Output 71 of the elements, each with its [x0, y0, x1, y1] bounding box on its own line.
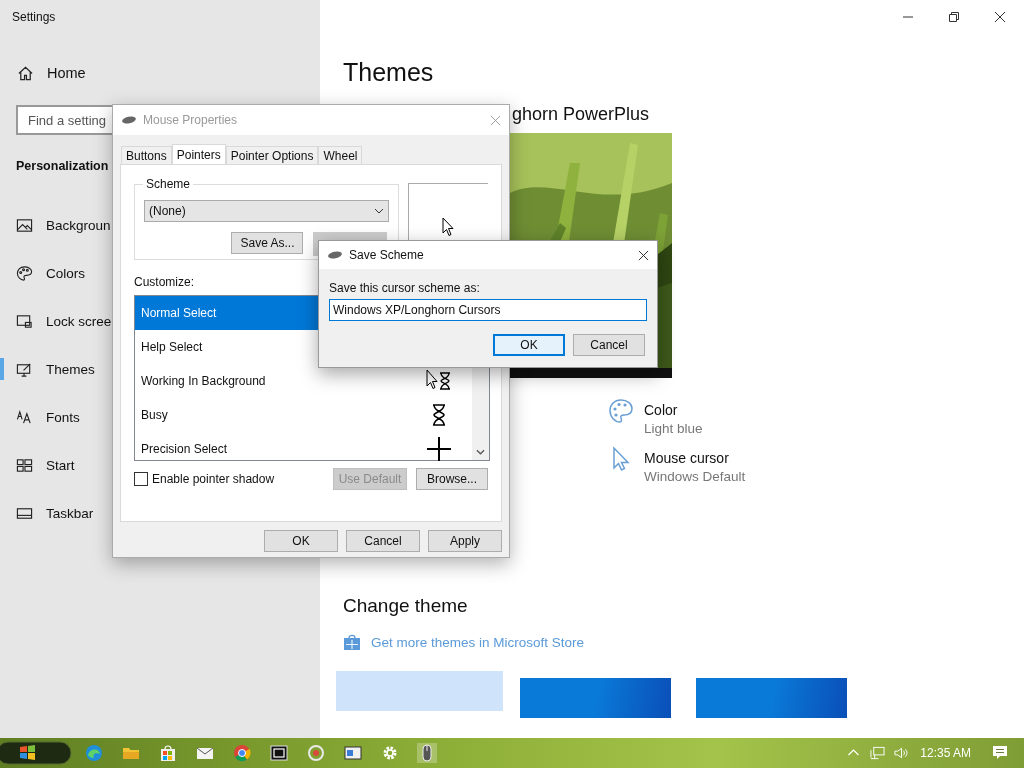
nav-item[interactable]: Lock scree [0, 297, 112, 345]
close-icon[interactable] [638, 249, 649, 261]
pointer-icon [442, 217, 455, 237]
theme-thumbnail[interactable] [336, 671, 503, 711]
busy-pointer-icon [426, 369, 452, 393]
archive-icon[interactable] [269, 743, 289, 763]
chevron-down-icon [374, 208, 385, 214]
store-icon[interactable] [158, 743, 178, 763]
tab[interactable]: Pointer Options [225, 146, 319, 164]
save-as-button[interactable]: Save As... [231, 232, 304, 254]
prompt-label: Save this cursor scheme as: [329, 281, 481, 295]
palette-icon[interactable] [608, 398, 634, 424]
dialog-button[interactable]: Apply [428, 530, 502, 552]
window-icon[interactable] [343, 743, 363, 763]
section-heading: Personalization [15, 158, 109, 175]
dialog-title: Mouse Properties [143, 113, 238, 127]
window-title: Settings [11, 9, 56, 26]
start-button[interactable] [0, 741, 72, 765]
theme-name: ghorn PowerPlus [512, 103, 651, 126]
nav-item[interactable]: Taskbar [0, 489, 94, 537]
tab[interactable]: Pointers [171, 144, 226, 164]
scheme-name-field[interactable]: Windows XP/Longhorn Cursors [329, 299, 647, 321]
setting-label[interactable]: Mouse cursor [644, 450, 746, 466]
mouse-icon [121, 115, 137, 125]
nav-item[interactable]: Backgroun [0, 201, 111, 249]
section-heading: Change theme [343, 594, 469, 618]
store-icon [343, 633, 361, 651]
close-icon[interactable] [994, 11, 1006, 23]
customize-label: Customize: [134, 275, 195, 289]
nav-item[interactable]: Colors [0, 249, 85, 297]
group-label: Scheme [143, 177, 194, 191]
nav-icon [16, 312, 33, 330]
chevron-down-icon[interactable] [476, 449, 485, 455]
pointer-row[interactable]: Working In Background [135, 364, 472, 398]
checkbox-box[interactable] [134, 472, 148, 486]
tab[interactable]: Wheel [318, 146, 363, 164]
dialog-button[interactable]: OK [264, 530, 338, 552]
browse-button[interactable]: Browse... [416, 468, 488, 490]
setting-value: Light blue [644, 421, 703, 436]
mouse-icon[interactable] [417, 743, 437, 763]
restore-icon[interactable] [948, 11, 960, 23]
setting-value: Windows Default [644, 469, 746, 484]
mouse-icon [327, 250, 343, 260]
nav-icon [16, 216, 33, 234]
chrome-icon[interactable] [232, 743, 252, 763]
pointer-row[interactable]: Busy [135, 398, 472, 432]
notification-icon[interactable] [992, 745, 1008, 761]
setting-label[interactable]: Color [644, 402, 703, 418]
home-icon [17, 64, 34, 82]
browser-icon[interactable] [84, 743, 104, 763]
page-title: Themes [343, 57, 435, 88]
volume-icon[interactable] [894, 746, 910, 760]
network-icon[interactable] [870, 746, 886, 760]
dialog-title: Save Scheme [349, 248, 424, 262]
dialog-button[interactable]: Cancel [573, 334, 645, 356]
nav-item[interactable]: Fonts [0, 393, 80, 441]
app-icon[interactable] [306, 743, 326, 763]
pointer-row[interactable]: Precision Select [135, 432, 472, 466]
crosshair-icon [426, 437, 452, 461]
nav-icon [16, 408, 33, 426]
nav-icon [16, 264, 33, 282]
tab[interactable]: Buttons [121, 146, 172, 164]
nav-item[interactable]: Start [0, 441, 75, 489]
theme-thumbnail[interactable] [696, 678, 847, 718]
home-link[interactable]: Home [0, 56, 86, 90]
theme-thumbnail[interactable] [520, 678, 671, 718]
nav-item[interactable]: Themes [0, 345, 95, 393]
nav-icon [16, 456, 33, 474]
scheme-dropdown[interactable]: (None) [144, 200, 390, 222]
dialog-button[interactable]: Cancel [346, 530, 420, 552]
dialog-button[interactable]: OK [493, 334, 565, 356]
